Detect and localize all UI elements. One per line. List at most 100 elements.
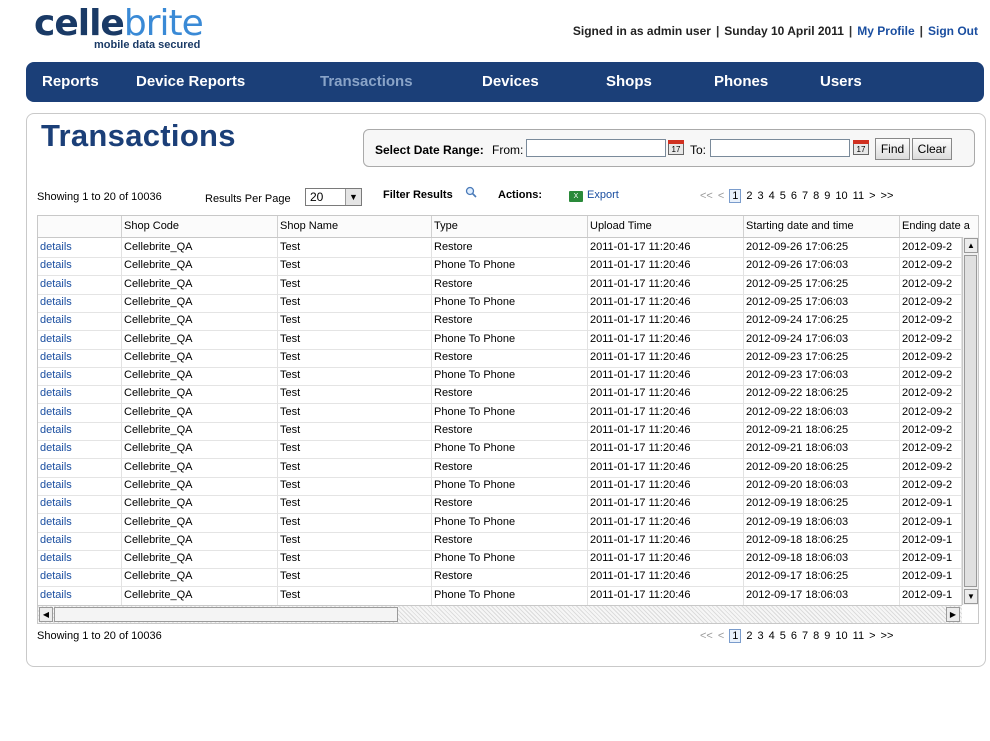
details-link[interactable]: details (38, 347, 122, 367)
pager-page[interactable]: 3 (758, 630, 764, 642)
nav-users[interactable]: Users (820, 62, 862, 102)
column-header-type[interactable]: Type (432, 216, 588, 237)
details-link[interactable]: details (38, 238, 122, 257)
sign-out-link[interactable]: Sign Out (928, 24, 978, 38)
column-header-ending-date[interactable]: Ending date a (900, 216, 978, 237)
pager-page[interactable]: 3 (758, 190, 764, 202)
horizontal-scrollbar[interactable]: ◀ ▶ (38, 605, 962, 623)
pager-last[interactable]: >> (881, 190, 894, 202)
pager-page[interactable]: 4 (769, 630, 775, 642)
details-link[interactable]: details (38, 311, 122, 331)
pager-page[interactable]: 7 (802, 190, 808, 202)
details-link[interactable]: details (38, 530, 122, 550)
details-link[interactable]: details (38, 366, 122, 386)
details-link[interactable]: details (38, 512, 122, 532)
pager-page[interactable]: 11 (853, 630, 864, 642)
pager-page[interactable]: 10 (835, 190, 847, 202)
table-row[interactable]: details Cellebrite_QA Test Restore 2011-01-1… (38, 457, 962, 478)
nav-devices[interactable]: Devices (482, 62, 539, 102)
magnifier-icon[interactable] (465, 186, 477, 198)
pager-prev[interactable]: < (718, 190, 724, 202)
excel-export-icon[interactable]: X (569, 191, 583, 202)
column-header-starting-date[interactable]: Starting date and time (744, 216, 900, 237)
table-row[interactable]: details Cellebrite_QA Test Phone To Phone 20… (38, 292, 962, 313)
table-row[interactable]: details Cellebrite_QA Test Restore 2011-01-1… (38, 347, 962, 368)
pager-page[interactable]: 11 (853, 190, 864, 202)
pager-page[interactable]: 6 (791, 630, 797, 642)
to-date-input[interactable] (710, 139, 850, 157)
table-row[interactable]: details Cellebrite_QA Test Restore 2011-01-1… (38, 494, 962, 515)
details-link[interactable]: details (38, 549, 122, 569)
table-row[interactable]: details Cellebrite_QA Test Restore 2011-01-1… (38, 530, 962, 551)
details-link[interactable]: details (38, 457, 122, 477)
details-link[interactable]: details (38, 475, 122, 495)
scroll-right-icon[interactable]: ▶ (946, 607, 960, 622)
pager-page[interactable]: 8 (813, 190, 819, 202)
nav-shops[interactable]: Shops (606, 62, 652, 102)
pager-page[interactable]: 2 (746, 190, 752, 202)
my-profile-link[interactable]: My Profile (857, 24, 914, 38)
vertical-scroll-thumb[interactable] (964, 255, 977, 587)
calendar-icon[interactable]: 17 (853, 140, 869, 155)
table-row[interactable]: details Cellebrite_QA Test Restore 2011-01-1… (38, 274, 962, 295)
table-row[interactable]: details Cellebrite_QA Test Restore 2011-01-1… (38, 421, 962, 441)
pager-next[interactable]: > (869, 630, 875, 642)
nav-device-reports[interactable]: Device Reports (136, 62, 245, 102)
nav-transactions[interactable]: Transactions (320, 62, 413, 102)
calendar-icon[interactable]: 17 (668, 140, 684, 155)
table-row[interactable]: details Cellebrite_QA Test Phone To Phone 20… (38, 256, 962, 277)
column-header-shop-code[interactable]: Shop Code (122, 216, 278, 237)
pager-page[interactable]: 7 (802, 630, 808, 642)
details-link[interactable]: details (38, 329, 122, 349)
table-row[interactable]: details Cellebrite_QA Test Phone To Phone 20… (38, 549, 962, 570)
table-row[interactable]: details Cellebrite_QA Test Restore 2011-01-1… (38, 238, 962, 258)
table-row[interactable]: details Cellebrite_QA Test Phone To Phone 20… (38, 402, 962, 423)
pager-first[interactable]: << (700, 630, 713, 642)
details-link[interactable]: details (38, 439, 122, 459)
vertical-scrollbar[interactable]: ▲ ▼ (962, 237, 978, 605)
table-row[interactable]: details Cellebrite_QA Test Phone To Phone 20… (38, 475, 962, 496)
details-link[interactable]: details (38, 256, 122, 276)
table-row[interactable]: details Cellebrite_QA Test Restore 2011-01-1… (38, 311, 962, 332)
scroll-down-icon[interactable]: ▼ (964, 589, 978, 604)
column-header-shop-name[interactable]: Shop Name (278, 216, 432, 237)
table-row[interactable]: details Cellebrite_QA Test Phone To Phone 20… (38, 439, 962, 460)
table-row[interactable]: details Cellebrite_QA Test Phone To Phone 20… (38, 585, 962, 606)
pager-page[interactable]: 10 (835, 630, 847, 642)
nav-phones[interactable]: Phones (714, 62, 768, 102)
scroll-up-icon[interactable]: ▲ (964, 238, 978, 253)
nav-reports[interactable]: Reports (42, 62, 99, 102)
pager-page[interactable]: 2 (746, 630, 752, 642)
from-date-input[interactable] (526, 139, 666, 157)
details-link[interactable]: details (38, 384, 122, 404)
column-header-upload-time[interactable]: Upload Time (588, 216, 744, 237)
chevron-down-icon[interactable]: ▼ (345, 189, 361, 205)
scroll-left-icon[interactable]: ◀ (39, 607, 53, 622)
pager-next[interactable]: > (869, 190, 875, 202)
details-link[interactable]: details (38, 567, 122, 587)
pager-page[interactable]: 6 (791, 190, 797, 202)
pager-last[interactable]: >> (881, 630, 894, 642)
details-link[interactable]: details (38, 274, 122, 294)
pager-page[interactable]: 5 (780, 630, 786, 642)
table-row[interactable]: details Cellebrite_QA Test Phone To Phone 20… (38, 512, 962, 533)
pager-page[interactable]: 9 (824, 630, 830, 642)
pager-page[interactable]: 5 (780, 190, 786, 202)
horizontal-scroll-thumb[interactable] (54, 607, 398, 622)
table-row[interactable]: details Cellebrite_QA Test Restore 2011-01-1… (38, 567, 962, 588)
clear-button[interactable]: Clear (912, 138, 952, 160)
details-link[interactable]: details (38, 421, 122, 440)
details-link[interactable]: details (38, 402, 122, 422)
pager-page-current[interactable]: 1 (729, 189, 742, 203)
export-link[interactable]: Export (587, 189, 619, 201)
details-link[interactable]: details (38, 585, 122, 605)
results-per-page-select[interactable]: 20 ▼ (305, 188, 362, 206)
details-link[interactable]: details (38, 494, 122, 514)
filter-results-link[interactable]: Filter Results (383, 189, 453, 201)
details-link[interactable]: details (38, 292, 122, 312)
pager-page-current[interactable]: 1 (729, 629, 742, 643)
pager-page[interactable]: 8 (813, 630, 819, 642)
pager-first[interactable]: << (700, 190, 713, 202)
table-row[interactable]: details Cellebrite_QA Test Phone To Phone 20… (38, 366, 962, 387)
table-row[interactable]: details Cellebrite_QA Test Phone To Phone 20… (38, 329, 962, 350)
